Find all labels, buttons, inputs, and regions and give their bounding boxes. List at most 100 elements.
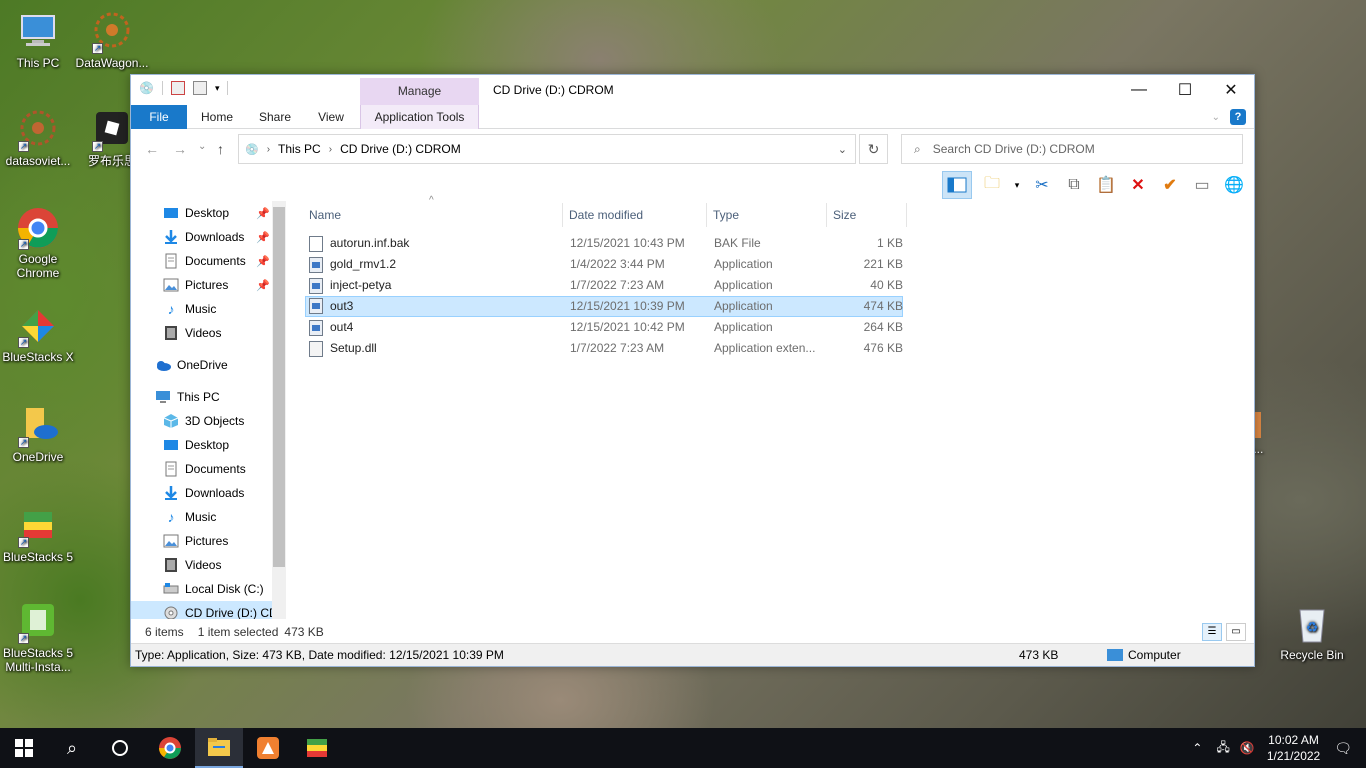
nav-item-downloads-pc[interactable]: Downloads (131, 481, 272, 505)
pin-icon[interactable]: 📌 (256, 231, 270, 244)
file-row[interactable]: gold_rmv1.2 1/4/2022 3:44 PM Application… (305, 254, 903, 275)
file-date: 1/7/2022 7:23 AM (570, 278, 665, 292)
chevron-down-icon[interactable]: ⌄ (1212, 112, 1220, 123)
rename-check-icon[interactable]: ✔ (1158, 173, 1182, 197)
videos-icon (165, 326, 177, 340)
file-row[interactable]: out4 12/15/2021 10:42 PM Application 264… (305, 317, 903, 338)
chevron-down-icon[interactable]: ▾ (1012, 173, 1022, 197)
chevron-up-icon[interactable]: ⌃ (1192, 741, 1202, 755)
chevron-down-icon[interactable]: ⌄ (838, 143, 847, 156)
file-name: inject-petya (330, 278, 392, 292)
properties-icon[interactable] (170, 81, 185, 95)
scrollbar-thumb[interactable] (273, 207, 285, 567)
folder-options-icon[interactable]: 🗀 (980, 173, 1004, 197)
tab-file[interactable]: File (131, 105, 187, 129)
nav-item-3d-objects[interactable]: 3D Objects (131, 409, 272, 433)
large-icons-view-button[interactable]: ▭ (1226, 623, 1246, 641)
tab-application-tools[interactable]: Application Tools (360, 105, 479, 129)
chevron-down-icon[interactable]: ▾ (215, 83, 220, 94)
chevron-right-icon[interactable]: › (267, 144, 270, 155)
breadcrumb-cd-drive[interactable]: CD Drive (D:) CDROM (340, 142, 461, 156)
up-button[interactable]: ↑ (217, 141, 224, 157)
nav-item-onedrive[interactable]: OneDrive (131, 353, 272, 377)
nav-item-cd-drive[interactable]: CD Drive (D:) CD⌄ (131, 601, 286, 619)
search-input[interactable]: ⌕ Search CD Drive (D:) CDROM (901, 134, 1243, 164)
preview-pane-icon[interactable] (942, 171, 972, 199)
column-header-size[interactable]: Size (829, 203, 907, 227)
nav-item-videos[interactable]: Videos (131, 321, 272, 345)
new-folder-icon[interactable] (192, 81, 207, 95)
download-icon (165, 486, 177, 500)
details-view-button[interactable]: ☰ (1202, 623, 1222, 641)
desktop-icon-bluestacks-5[interactable]: ↗ BlueStacks 5 (0, 504, 76, 564)
desktop-icon-onedrive[interactable]: ↗ OneDrive (0, 404, 76, 464)
forward-button[interactable]: → (173, 141, 187, 157)
nav-item-pictures[interactable]: Pictures 📌 (131, 273, 272, 297)
maximize-button[interactable]: ☐ (1162, 75, 1208, 105)
taskbar-file-explorer[interactable] (195, 728, 243, 768)
nav-item-this-pc[interactable]: This PC (131, 385, 272, 409)
cut-icon[interactable]: ✂ (1030, 173, 1054, 197)
notification-icon[interactable]: 🗨 (1334, 740, 1352, 757)
nav-item-pictures-pc[interactable]: Pictures (131, 529, 272, 553)
volume-muted-icon[interactable]: 🔇 (1240, 741, 1255, 755)
desktop-icon-recycle-bin[interactable]: ♻ Recycle Bin (1274, 602, 1350, 662)
nav-item-music-pc[interactable]: ♪ Music (131, 505, 272, 529)
pin-icon[interactable]: 📌 (256, 279, 270, 292)
desktop-icon-bluestacks-multi[interactable]: ↗ BlueStacks 5 Multi-Insta... (0, 600, 76, 674)
onedrive-folder-icon: ↗ (16, 404, 60, 448)
nav-item-desktop[interactable]: Desktop 📌 (131, 201, 272, 225)
taskbar-chrome[interactable] (146, 728, 194, 768)
nav-scrollbar[interactable] (272, 201, 286, 619)
network-icon[interactable]: 🖧 (1216, 738, 1229, 759)
desktop-icon-chrome[interactable]: ↗ Google Chrome (0, 206, 76, 280)
pin-icon[interactable]: 📌 (256, 255, 270, 268)
desktop-icon-datawagon[interactable]: ↗ DataWagon... (74, 10, 150, 70)
taskbar-app-orange[interactable] (244, 728, 292, 768)
minimize-button[interactable]: — (1116, 75, 1162, 105)
help-icon[interactable]: ? (1230, 109, 1246, 125)
nav-item-desktop-pc[interactable]: Desktop (131, 433, 272, 457)
properties-icon[interactable]: ▭ (1190, 173, 1214, 197)
paste-icon[interactable]: 📋 (1094, 173, 1118, 197)
close-button[interactable]: ✕ (1208, 75, 1254, 105)
nav-item-documents[interactable]: Documents 📌 (131, 249, 272, 273)
file-row[interactable]: Setup.dll 1/7/2022 7:23 AM Application e… (305, 338, 903, 359)
tab-share[interactable]: Share (251, 105, 299, 129)
column-header-date[interactable]: Date modified (565, 203, 707, 227)
start-button[interactable] (0, 728, 48, 768)
back-button[interactable]: ← (145, 141, 159, 157)
file-row[interactable]: inject-petya 1/7/2022 7:23 AM Applicatio… (305, 275, 903, 296)
desktop-icon (164, 440, 178, 450)
desktop-icon-datasoviet[interactable]: ↗ datasoviet... (0, 108, 76, 168)
refresh-button[interactable]: ↻ (859, 134, 888, 164)
column-header-type[interactable]: Type (709, 203, 827, 227)
nav-item-documents-pc[interactable]: Documents (131, 457, 272, 481)
desktop-icon-bluestacks-x[interactable]: ↗ BlueStacks X (0, 304, 76, 364)
file-row[interactable]: autorun.inf.bak 12/15/2021 10:43 PM BAK … (305, 233, 903, 254)
pin-icon[interactable]: 📌 (256, 207, 270, 220)
recent-locations-icon[interactable]: ⌄ (198, 141, 206, 152)
drive-icon[interactable]: 💿 (139, 81, 154, 95)
chevron-right-icon[interactable]: › (329, 144, 332, 155)
taskbar-bluestacks[interactable] (293, 728, 341, 768)
nav-item-music[interactable]: ♪ Music (131, 297, 272, 321)
address-row: ← → ⌄ ↑ 💿 › This PC › CD Drive (D:) CDRO… (131, 131, 1254, 167)
copy-icon[interactable]: ⧉ (1062, 173, 1086, 197)
globe-icon[interactable]: 🌐 (1222, 173, 1246, 197)
manage-tab-header[interactable]: Manage (360, 78, 479, 105)
address-bar[interactable]: 💿 › This PC › CD Drive (D:) CDROM ⌄ (238, 134, 856, 164)
delete-icon[interactable]: ✕ (1126, 173, 1150, 197)
task-view-button[interactable] (96, 728, 144, 768)
nav-item-local-disk[interactable]: Local Disk (C:) (131, 577, 272, 601)
tab-home[interactable]: Home (191, 105, 243, 129)
breadcrumb-this-pc[interactable]: This PC (278, 142, 321, 156)
tab-view[interactable]: View (309, 105, 353, 129)
nav-item-videos-pc[interactable]: Videos (131, 553, 272, 577)
nav-item-downloads[interactable]: Downloads 📌 (131, 225, 272, 249)
clock[interactable]: 10:02 AM 1/21/2022 (1267, 732, 1320, 764)
file-row-selected[interactable]: out3 12/15/2021 10:39 PM Application 474… (305, 296, 903, 317)
search-button[interactable]: ⌕ (48, 728, 96, 768)
desktop-icon-this-pc[interactable]: This PC (0, 10, 76, 70)
column-header-name[interactable]: Name (305, 203, 563, 227)
